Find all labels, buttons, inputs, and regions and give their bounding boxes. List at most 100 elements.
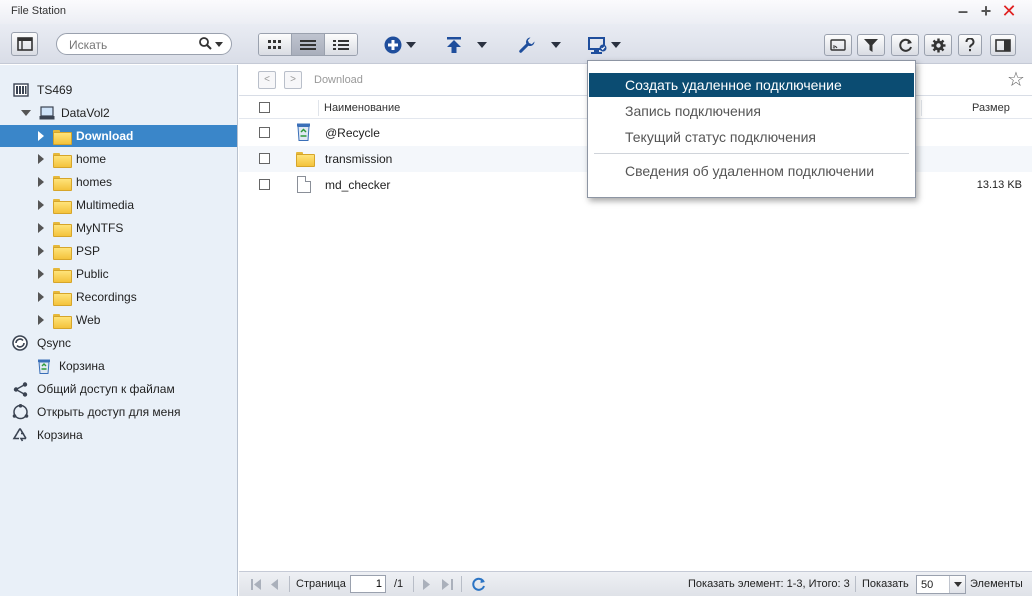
cast-button[interactable] xyxy=(824,34,852,56)
sidebar-item-home[interactable]: home xyxy=(0,148,237,170)
sidebar-item-web[interactable]: Web xyxy=(0,309,237,331)
refresh-button[interactable] xyxy=(891,34,919,56)
view-mode-group xyxy=(258,33,358,56)
chevron-right-icon[interactable] xyxy=(38,200,44,210)
search-options-caret-icon[interactable] xyxy=(215,42,223,47)
chevron-down-icon[interactable] xyxy=(21,110,31,116)
row-checkbox[interactable] xyxy=(259,127,270,138)
help-icon xyxy=(965,38,975,52)
thumbnail-view-button[interactable] xyxy=(259,34,292,55)
page-number-input[interactable] xyxy=(350,575,386,593)
tools-options-button[interactable] xyxy=(548,34,564,56)
minimize-button[interactable]: – xyxy=(953,2,973,22)
recycle-bin-icon xyxy=(297,123,310,141)
filter-button[interactable] xyxy=(857,34,885,56)
title-bar: File Station – + ✕ xyxy=(0,0,1032,24)
help-button[interactable] xyxy=(958,34,982,56)
folder-icon xyxy=(53,290,72,306)
settings-button[interactable] xyxy=(924,34,952,56)
menu-item-remote-connection-info[interactable]: Сведения об удаленном подключении xyxy=(589,159,914,183)
gear-icon xyxy=(931,38,945,52)
sidebar-item-recycle-bin[interactable]: Корзина xyxy=(0,424,237,446)
menu-item-create-remote-connection[interactable]: Создать удаленное подключение xyxy=(589,73,914,97)
sidebar-item-ts469[interactable]: TS469 xyxy=(0,79,237,101)
sidebar-item-myntfs[interactable]: MyNTFS xyxy=(0,217,237,239)
select-all-checkbox[interactable] xyxy=(259,102,270,113)
chevron-down-icon xyxy=(610,42,621,48)
search-icon[interactable] xyxy=(199,37,212,50)
sidebar-item-datavol2[interactable]: DataVol2 xyxy=(0,102,237,124)
column-header-size[interactable]: Размер xyxy=(972,102,1010,114)
sidebar-item-public[interactable]: Public xyxy=(0,263,237,285)
sidebar-item-homes[interactable]: homes xyxy=(0,171,237,193)
remote-monitor-icon xyxy=(587,36,606,54)
sidebar-item-qsync[interactable]: Qsync xyxy=(0,332,237,354)
sidebar-item-label: Корзина xyxy=(37,428,83,442)
sidebar-item-file-sharing[interactable]: Общий доступ к файлам xyxy=(0,378,237,400)
sidebar-item-label: Корзина xyxy=(59,359,105,373)
previous-page-icon[interactable] xyxy=(271,579,279,590)
folder-icon xyxy=(53,152,72,168)
folder-icon xyxy=(53,313,72,329)
close-button[interactable]: ✕ xyxy=(999,2,1019,22)
chevron-down-icon xyxy=(551,42,561,48)
menu-item-connection-status[interactable]: Текущий статус подключения xyxy=(589,125,914,149)
maximize-button[interactable]: + xyxy=(976,2,996,22)
recycle-bin-icon xyxy=(38,359,50,374)
remote-connection-button[interactable] xyxy=(586,34,622,56)
search-box[interactable] xyxy=(56,33,232,55)
sidebar-item-label: TS469 xyxy=(37,83,73,97)
status-bar: Страница /1 Показать элемент: 1-3, Итого… xyxy=(239,571,1032,596)
menu-divider xyxy=(594,153,909,154)
page-total: /1 xyxy=(394,578,404,590)
folder-icon xyxy=(53,267,72,283)
chevron-down-icon[interactable] xyxy=(949,576,965,593)
shared-with-me-icon xyxy=(12,404,29,420)
breadcrumb: Download xyxy=(314,74,363,86)
last-page-icon[interactable] xyxy=(442,579,453,590)
sidebar-item-psp[interactable]: PSP xyxy=(0,240,237,262)
window-title: File Station xyxy=(11,5,67,17)
chevron-right-icon[interactable] xyxy=(38,269,44,279)
upload-options-button[interactable] xyxy=(474,34,490,56)
column-header-name[interactable]: Наименование xyxy=(324,102,400,114)
info-panel-button[interactable] xyxy=(990,34,1016,56)
toggle-sidebar-button[interactable] xyxy=(11,32,38,56)
sidebar-item-shared-with-me[interactable]: Открыть доступ для меня xyxy=(0,401,237,423)
search-input[interactable] xyxy=(69,37,189,52)
forward-button[interactable]: > xyxy=(284,71,302,89)
column-divider xyxy=(318,100,319,116)
sidebar-item-multimedia[interactable]: Multimedia xyxy=(0,194,237,216)
refresh-icon[interactable] xyxy=(471,577,486,592)
tools-button[interactable] xyxy=(517,34,537,56)
back-button[interactable]: < xyxy=(258,71,276,89)
star-icon[interactable]: ☆ xyxy=(1007,69,1025,91)
chevron-right-icon[interactable] xyxy=(38,177,44,187)
create-button[interactable] xyxy=(382,34,418,56)
detail-view-button[interactable] xyxy=(325,34,357,55)
sidebar-item-label: DataVol2 xyxy=(61,106,110,120)
folder-icon xyxy=(296,152,315,167)
upload-button[interactable] xyxy=(444,34,464,56)
list-view-button[interactable] xyxy=(292,34,325,55)
menu-item-connection-log[interactable]: Запись подключения xyxy=(589,99,914,123)
folder-icon xyxy=(53,175,72,191)
row-checkbox[interactable] xyxy=(259,179,270,190)
sidebar-item-download[interactable]: Download xyxy=(0,125,237,147)
sidebar-item-label: Открыть доступ для меня xyxy=(37,405,181,419)
row-checkbox[interactable] xyxy=(259,153,270,164)
chevron-right-icon[interactable] xyxy=(38,223,44,233)
list-icon xyxy=(300,39,316,50)
chevron-right-icon[interactable] xyxy=(38,315,44,325)
sidebar-item-label: home xyxy=(76,152,107,166)
chevron-right-icon[interactable] xyxy=(38,246,44,256)
sidebar-item-recordings[interactable]: Recordings xyxy=(0,286,237,308)
chevron-right-icon[interactable] xyxy=(38,292,44,302)
first-page-icon[interactable] xyxy=(251,579,262,590)
refresh-icon xyxy=(898,38,912,52)
chevron-right-icon[interactable] xyxy=(38,131,44,141)
sidebar-item-qsync-recycle[interactable]: Корзина xyxy=(0,355,237,377)
per-page-select[interactable]: 50 xyxy=(916,575,966,594)
chevron-right-icon[interactable] xyxy=(38,154,44,164)
next-page-icon[interactable] xyxy=(423,579,431,590)
